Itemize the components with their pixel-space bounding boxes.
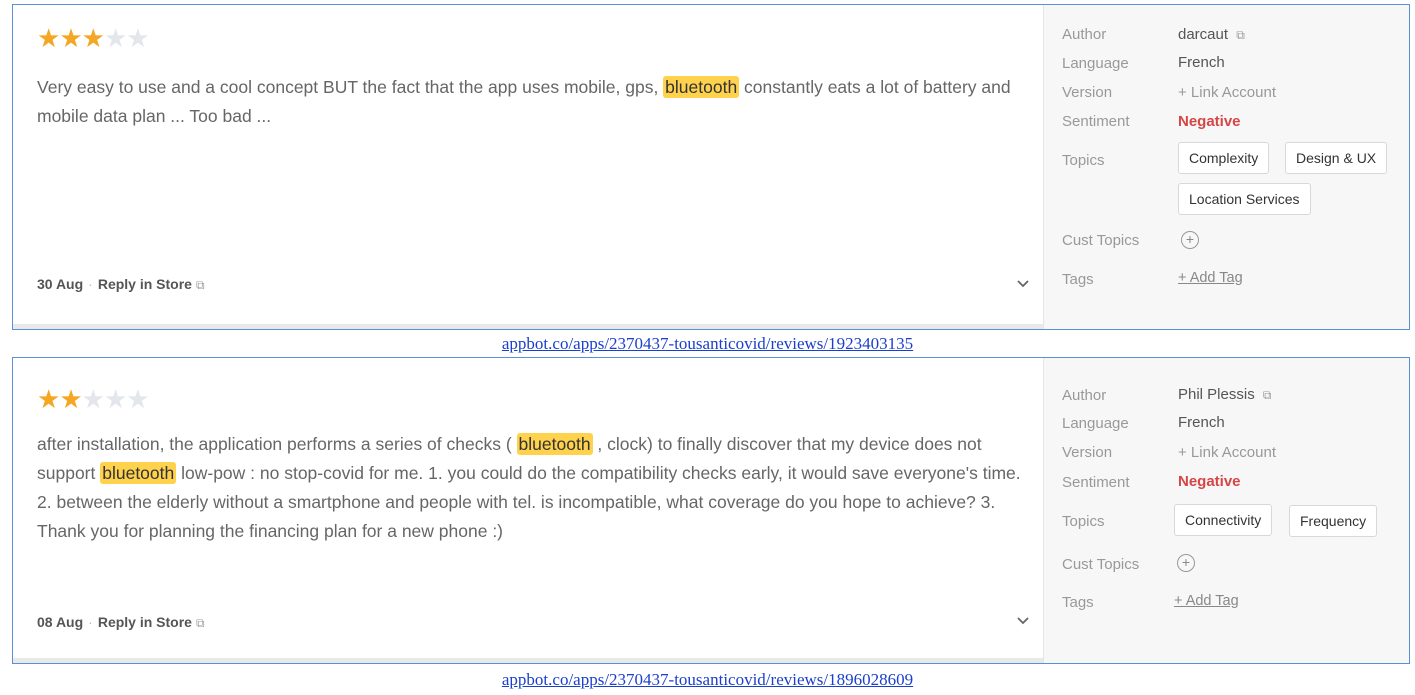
review-card: ★★★★★ after installation, the applicatio… <box>12 357 1410 664</box>
star-rating: ★★★★★ <box>37 384 150 415</box>
review-url-link[interactable]: appbot.co/apps/2370437-tousanticovid/rev… <box>502 334 913 353</box>
chevron-down-icon[interactable] <box>1017 277 1029 289</box>
star-empty-icon: ★ <box>103 23 127 53</box>
review-text: after installation, the application perf… <box>37 430 1027 546</box>
cust-topics-label: Cust Topics <box>1062 556 1140 573</box>
star-empty-icon: ★ <box>81 384 105 414</box>
add-topic-icon[interactable]: + <box>1177 554 1195 572</box>
language-value: French <box>1178 414 1225 431</box>
review-text-segment: after installation, the application perf… <box>37 434 517 454</box>
chevron-down-icon[interactable] <box>1017 614 1029 626</box>
reply-in-store-link[interactable]: Reply in Store <box>98 276 192 292</box>
author-value[interactable]: Phil Plessis ⧉ <box>1178 386 1271 403</box>
review-text: Very easy to use and a cool concept BUT … <box>37 73 1037 131</box>
star-rating: ★★★★★ <box>37 23 150 54</box>
star-filled-icon: ★ <box>59 23 82 53</box>
add-topic-icon[interactable]: + <box>1181 231 1199 249</box>
language-label: Language <box>1062 55 1129 72</box>
cust-topics-label: Cust Topics <box>1062 232 1140 249</box>
keyword-highlight: bluetooth <box>663 76 740 98</box>
review-details-panel: Author darcaut ⧉ Language French Version… <box>1043 5 1409 329</box>
star-filled-icon: ★ <box>81 23 105 53</box>
review-url[interactable]: appbot.co/apps/2370437-tousanticovid/rev… <box>0 334 1415 354</box>
author-label: Author <box>1062 26 1107 43</box>
sentiment-label: Sentiment <box>1062 113 1130 130</box>
keyword-highlight: bluetooth <box>100 462 177 484</box>
review-url-link[interactable]: appbot.co/apps/2370437-tousanticovid/rev… <box>502 670 913 689</box>
author-value[interactable]: darcaut ⧉ <box>1178 26 1245 43</box>
language-value: French <box>1178 54 1225 71</box>
star-filled-icon: ★ <box>59 384 82 414</box>
sentiment-value: Negative <box>1178 473 1241 490</box>
tags-label: Tags <box>1062 271 1094 288</box>
external-link-icon[interactable]: ⧉ <box>196 278 205 292</box>
review-text-segment: Very easy to use and a cool concept BUT … <box>37 77 664 97</box>
card-bottom-border <box>13 658 1043 663</box>
topics-label: Topics <box>1062 152 1105 169</box>
star-filled-icon: ★ <box>37 384 60 414</box>
review-card: ★★★★★ Very easy to use and a cool concep… <box>12 4 1410 330</box>
reply-in-store-link[interactable]: Reply in Store <box>98 614 192 630</box>
review-date: 08 Aug <box>37 614 84 630</box>
review-meta: 08 Aug · Reply in Store ⧉ <box>37 614 205 631</box>
link-account-link[interactable]: + Link Account <box>1178 84 1276 101</box>
language-label: Language <box>1062 415 1129 432</box>
star-filled-icon: ★ <box>37 23 60 53</box>
topic-chip[interactable]: Design & UX <box>1285 142 1388 174</box>
star-empty-icon: ★ <box>126 23 149 53</box>
link-account-link[interactable]: + Link Account <box>1178 444 1276 461</box>
card-bottom-border <box>13 324 1043 329</box>
add-tag-link[interactable]: + Add Tag <box>1174 593 1239 609</box>
tags-label: Tags <box>1062 594 1094 611</box>
topic-chip[interactable]: Frequency <box>1289 505 1378 537</box>
review-url[interactable]: appbot.co/apps/2370437-tousanticovid/rev… <box>0 670 1415 690</box>
external-link-icon[interactable]: ⧉ <box>1263 388 1272 402</box>
review-body: ★★★★★ Very easy to use and a cool concep… <box>13 5 1043 329</box>
review-body: ★★★★★ after installation, the applicatio… <box>13 358 1043 663</box>
separator-dot: · <box>88 614 93 630</box>
author-name[interactable]: darcaut <box>1178 26 1228 43</box>
topic-chip[interactable]: Location Services <box>1178 183 1311 215</box>
version-label: Version <box>1062 444 1113 461</box>
separator-dot: · <box>88 276 93 292</box>
keyword-highlight: bluetooth <box>516 433 593 455</box>
add-tag-link[interactable]: + Add Tag <box>1178 270 1243 286</box>
sentiment-value: Negative <box>1178 113 1241 130</box>
topic-chip[interactable]: Complexity <box>1178 142 1270 174</box>
sentiment-label: Sentiment <box>1062 474 1130 491</box>
star-empty-icon: ★ <box>126 384 149 414</box>
external-link-icon[interactable]: ⧉ <box>196 616 205 630</box>
review-details-panel: Author Phil Plessis ⧉ Language French Ve… <box>1043 358 1409 663</box>
review-date: 30 Aug <box>37 276 84 292</box>
star-empty-icon: ★ <box>103 384 127 414</box>
external-link-icon[interactable]: ⧉ <box>1236 28 1245 42</box>
topics-label: Topics <box>1062 513 1105 530</box>
review-meta: 30 Aug · Reply in Store ⧉ <box>37 276 205 293</box>
author-name[interactable]: Phil Plessis <box>1178 386 1255 403</box>
topic-chip[interactable]: Connectivity <box>1174 504 1273 536</box>
author-label: Author <box>1062 387 1107 404</box>
review-text-segment: low-pow : no stop-covid for me. 1. you c… <box>37 463 1021 541</box>
version-label: Version <box>1062 84 1113 101</box>
